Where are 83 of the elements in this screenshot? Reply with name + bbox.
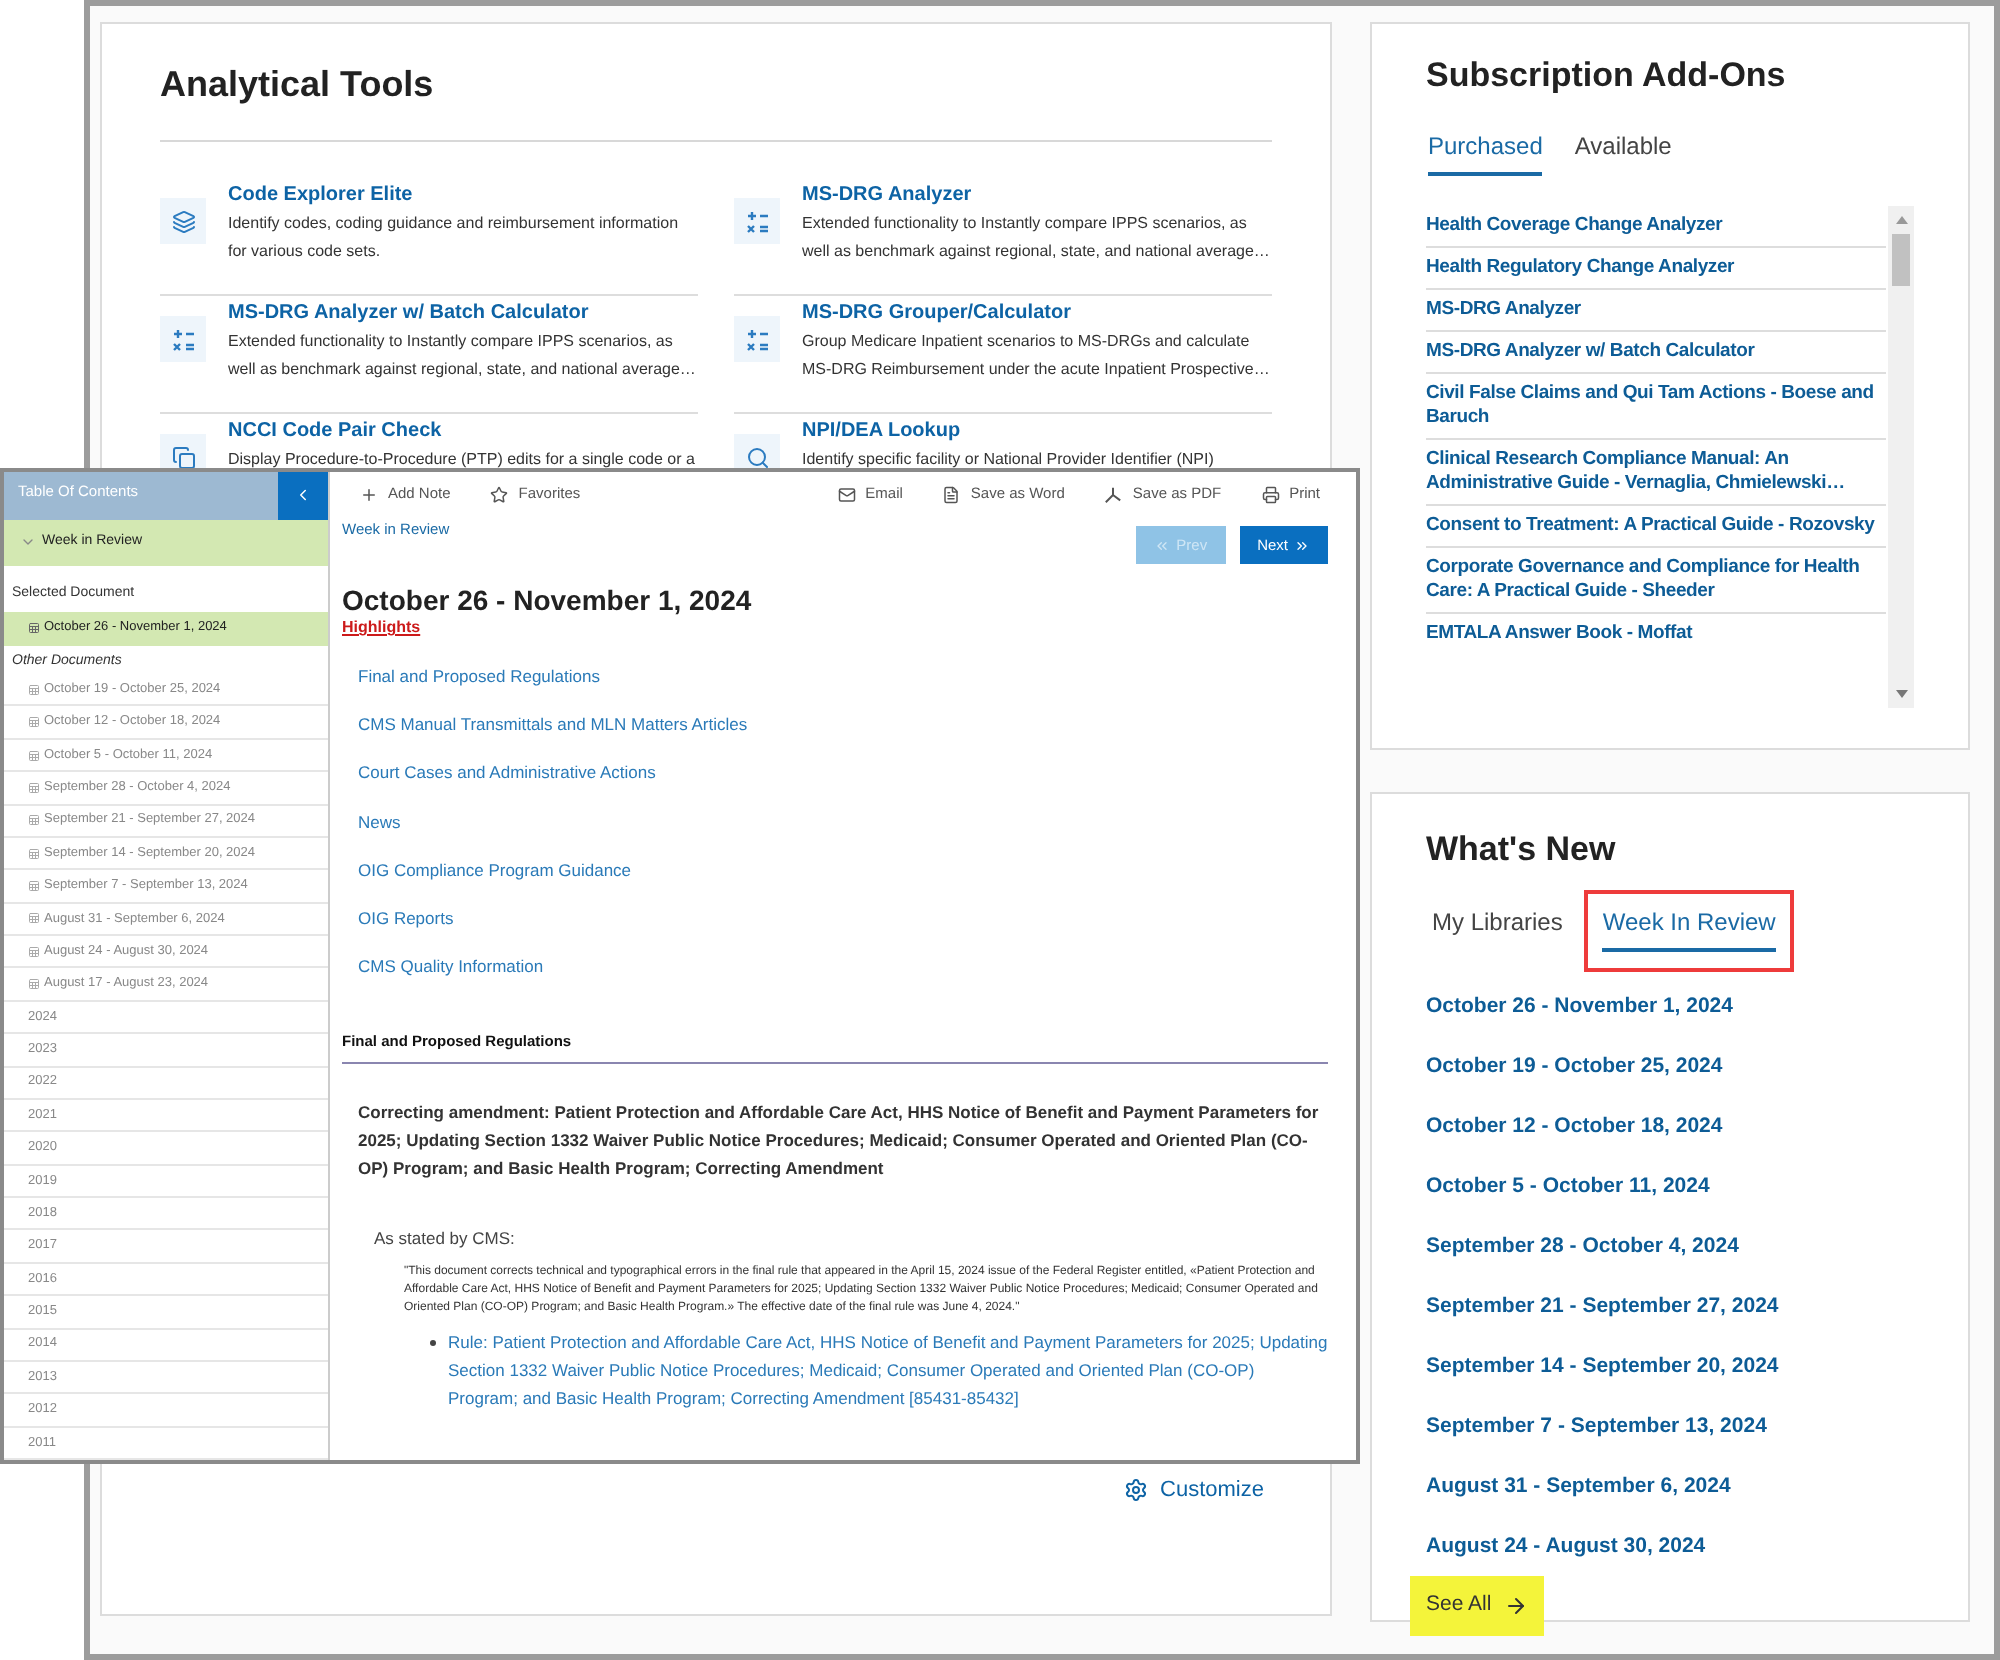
mail-icon (837, 485, 856, 503)
document-icon (942, 485, 961, 503)
week-link[interactable]: October 5 - October 11, 2024 (1426, 1156, 1914, 1216)
tool-link[interactable]: MS-DRG Analyzer (802, 182, 1272, 210)
document-icon (28, 716, 40, 729)
week-link[interactable]: September 21 - September 27, 2024 (1426, 1276, 1914, 1336)
addon-link[interactable]: MS-DRG Analyzer (1426, 290, 1886, 332)
document-heading: October 26 - November 1, 2024 (342, 582, 754, 618)
tool-description: Extended functionality to Instantly compare IPPS scenarios, as well as benchmark against regional, state, and national average… (802, 212, 1272, 264)
week-link[interactable]: September 28 - October 4, 2024 (1426, 1216, 1914, 1276)
tab[interactable]: Week In Review (1602, 906, 1776, 952)
calculator-icon (745, 327, 769, 351)
documents-icon (171, 445, 195, 469)
document-icon (28, 945, 40, 958)
tool-link[interactable]: MS-DRG Grouper/Calculator (802, 300, 1272, 328)
highlight-link[interactable]: CMS Quality Information (358, 942, 544, 991)
tab[interactable]: My Libraries (1432, 906, 1563, 952)
highlight-link[interactable]: Court Cases and Administrative Actions (358, 748, 656, 798)
week-link[interactable]: October 12 - October 18, 2024 (1426, 1096, 1914, 1156)
section-title: Analytical Tools (160, 62, 436, 108)
layers-icon (171, 209, 195, 233)
article-title: Correcting amendment: Patient Protection and Affordable Care Act, HHS Notice of Benefit and Payment Parameters for 2025; Updating Section 1332 Waiver Public Notice Procedures; Medicaid; Consumer Operated and Oriented Plan (CO-OP) Program; and Basic Health Program; Correcting Amendment (356, 1099, 1321, 1182)
week-link[interactable]: September 14 - September 20, 2024 (1426, 1336, 1914, 1396)
section-title: Subscription Add-Ons (1426, 54, 1788, 98)
highlight-link[interactable]: Final and Proposed Regulations (358, 652, 600, 701)
document-icon (28, 814, 40, 827)
document-icon (28, 683, 40, 696)
document-icon (28, 912, 40, 925)
collapse-button[interactable] (278, 472, 328, 520)
section-title: What's New (1426, 828, 1618, 872)
addon-link[interactable]: MS-DRG Analyzer w/ Batch Calculator (1426, 332, 1886, 374)
tab[interactable]: Available (1574, 130, 1672, 176)
addon-link[interactable]: Clinical Research Compliance Manual: An Administrative Guide - Vernaglia, Chmielewski… (1426, 440, 1886, 506)
rule-link[interactable]: Rule: Patient Protection and Affordable Care Act, HHS Notice of Benefit and Payment Parameters for 2025; Updating Section 1332 Waiver Public Notice Procedures; Medicaid; Consumer Operated and Oriented Plan (CO-OP) Program; and Basic Health Program; Correcting Amendment [85431-85432] (448, 1328, 1328, 1413)
addon-link[interactable]: Civil False Claims and Qui Tam Actions - Boese and Baruch (1426, 374, 1886, 440)
tool-description: Extended functionality to Instantly compare IPPS scenarios, as well as benchmark against regional, state, and national average… (228, 330, 698, 382)
double-chevron-right-icon (1294, 537, 1310, 553)
scrollbar[interactable] (1888, 206, 1914, 708)
week-link[interactable]: October 19 - October 25, 2024 (1426, 1036, 1914, 1096)
addon-link[interactable]: Corporate Governance and Compliance for Health Care: A Practical Guide - Sheeder (1426, 548, 1886, 614)
tool-link[interactable]: Code Explorer Elite (228, 182, 698, 210)
customize-button[interactable]: Customize (1124, 1473, 1264, 1506)
tool-link[interactable]: NCCI Code Pair Check (228, 418, 695, 446)
addon-link[interactable]: Health Regulatory Change Analyzer (1426, 248, 1886, 290)
arrow-right-icon (1503, 1593, 1528, 1618)
printer-icon (1261, 485, 1280, 503)
tool-link[interactable]: NPI/DEA Lookup (802, 418, 1214, 446)
tool-description: Display Procedure-to-Procedure (PTP) edits for a single code or a (228, 448, 695, 472)
double-chevron-left-icon (1154, 537, 1171, 553)
week-link[interactable]: September 7 - September 13, 2024 (1426, 1396, 1914, 1456)
see-all-button[interactable]: See All (1410, 1576, 1544, 1636)
stated-by-label: As stated by CMS: (372, 1225, 517, 1251)
highlight-link[interactable]: OIG Compliance Program Guidance (358, 845, 632, 894)
week-link[interactable]: August 24 - August 30, 2024 (1426, 1516, 1914, 1576)
document-icon (28, 749, 40, 762)
highlight-link[interactable]: CMS Manual Transmittals and MLN Matters Articles (358, 700, 748, 749)
tool-description: Group Medicare Inpatient scenarios to MS-DRGs and calculate MS-DRG Reimbursement under the acute Inpatient Prospective… (802, 330, 1272, 382)
addon-link[interactable]: Consent to Treatment: A Practical Guide - Rozovsky (1426, 506, 1886, 548)
plus-icon (360, 485, 378, 503)
pdf-icon (1104, 485, 1123, 503)
highlight-link[interactable]: News (358, 797, 401, 846)
highlight-link[interactable]: OIG Reports (358, 893, 454, 943)
highlights-link[interactable]: Highlights (342, 618, 421, 638)
tool-link[interactable]: MS-DRG Analyzer w/ Batch Calculator (228, 300, 698, 328)
bullet-icon (430, 1340, 436, 1347)
tab[interactable]: Purchased (1428, 130, 1543, 176)
week-link[interactable]: October 26 - November 1, 2024 (1426, 976, 1914, 1036)
tool-description: Identify codes, coding guidance and reimbursement information for various code sets. (228, 212, 681, 264)
tool-description: Identify specific facility or National Provider Identifier (NPI) (802, 448, 1214, 472)
chevron-left-icon (294, 486, 312, 505)
search-icon (745, 445, 769, 469)
document-icon (28, 978, 40, 991)
week-link[interactable]: August 31 - September 6, 2024 (1426, 1456, 1914, 1516)
document-icon (28, 781, 40, 794)
addon-link[interactable]: EMTALA Answer Book - Moffat (1426, 614, 1886, 654)
settings-icon (1124, 1477, 1149, 1502)
document-icon (28, 847, 40, 860)
calculator-icon (745, 209, 769, 233)
star-icon (490, 485, 509, 503)
document-icon (28, 622, 40, 635)
document-icon (28, 880, 40, 893)
addon-link[interactable]: Health Coverage Change Analyzer (1426, 206, 1886, 248)
calculator-icon (171, 327, 195, 351)
